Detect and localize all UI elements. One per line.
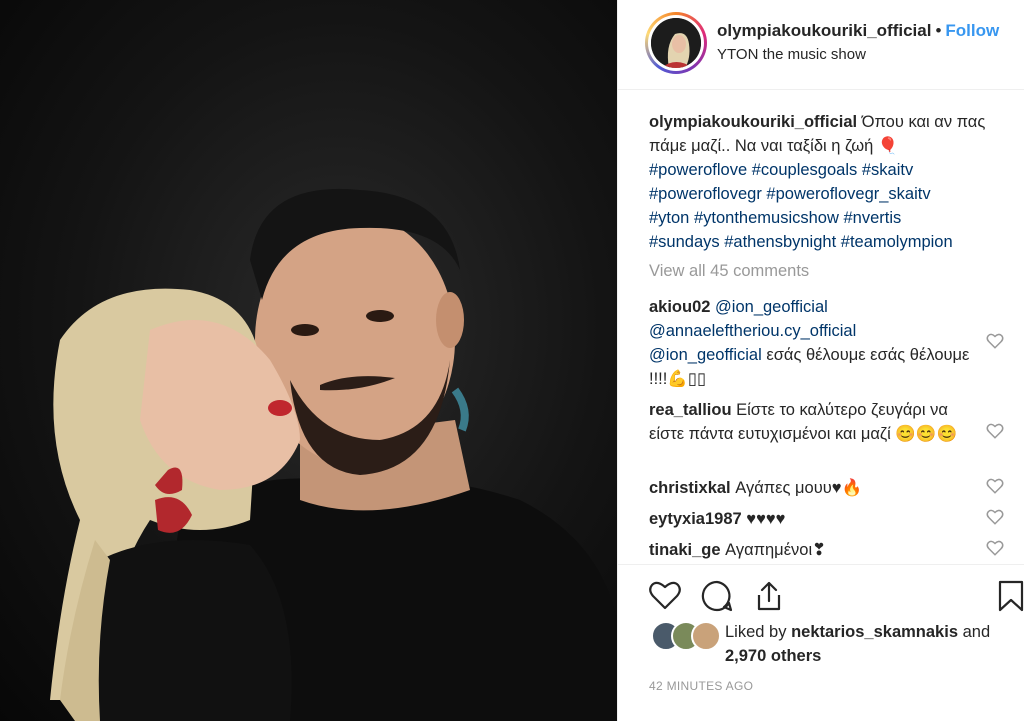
likes-summary: Liked by nektarios_skamnakis and 2,970 o… <box>725 620 1015 668</box>
header-separator: • <box>935 21 942 40</box>
mention-link[interactable]: @annaeleftheriou.cy_official <box>649 322 856 340</box>
comment-item: akiou02 @ion_geofficial @annaeleftheriou… <box>649 295 979 391</box>
bookmark-icon[interactable] <box>996 579 1024 613</box>
hashtag-link[interactable]: #athensbynight <box>724 233 836 251</box>
hashtag-link[interactable]: #poweroflovegr_skaitv <box>766 185 930 203</box>
hashtag-link[interactable]: #nvertis <box>843 209 901 227</box>
comment-item: rea_talliou Είστε το καλύτερο ζευγάρι να… <box>649 398 979 446</box>
location-link[interactable]: YTON the music show <box>717 46 866 63</box>
hashtag-link[interactable]: #ytonthemusicshow <box>694 209 839 227</box>
comment-username[interactable]: akiou02 <box>649 298 710 316</box>
caption-username[interactable]: olympiakoukouriki_official <box>649 113 857 131</box>
comment-username[interactable]: christixkal <box>649 479 731 497</box>
likes-and: and <box>962 623 991 641</box>
comment-item: eytyxia1987 ♥♥♥♥ <box>649 507 979 531</box>
likes-others-link[interactable]: 2,970 others <box>725 647 821 665</box>
comment-username[interactable]: rea_talliou <box>649 401 732 419</box>
mention-link[interactable]: @ion_geofficial <box>649 346 762 364</box>
comment-item: tinaki_ge Αγαπημένοι❣ <box>649 538 979 562</box>
hashtag-link[interactable]: #poweroflove <box>649 161 747 179</box>
comment-username[interactable]: tinaki_ge <box>649 541 721 559</box>
hashtag-link[interactable]: #poweroflovegr <box>649 185 762 203</box>
hashtag-link[interactable]: #sundays <box>649 233 720 251</box>
header-username[interactable]: olympiakoukouriki_official <box>717 21 931 40</box>
post-header: olympiakoukouriki_official • Follow YTON t… <box>618 0 1024 90</box>
liked-by-avatars[interactable] <box>651 621 721 651</box>
avatar <box>691 621 721 651</box>
likes-prefix: Liked by <box>725 623 787 641</box>
hashtag-link[interactable]: #teamolympion <box>841 233 953 251</box>
comment-like-heart-icon[interactable] <box>986 539 1004 557</box>
comment-text: Αγαπημένοι❣ <box>725 541 826 559</box>
comment-like-heart-icon[interactable] <box>986 332 1004 350</box>
comment-like-heart-icon[interactable] <box>986 477 1004 495</box>
comment-text: Αγάπες μουυ♥🔥 <box>735 479 863 497</box>
hashtag-link[interactable]: #couplesgoals <box>752 161 858 179</box>
header-user-line: olympiakoukouriki_official • Follow <box>717 21 999 41</box>
post-side-panel: olympiakoukouriki_official • Follow YTON t… <box>617 0 1024 721</box>
comment-icon[interactable] <box>700 579 734 613</box>
follow-button[interactable]: Follow <box>945 21 999 40</box>
heart-icon[interactable] <box>648 579 682 613</box>
post-photo[interactable] <box>0 0 617 721</box>
avatar[interactable] <box>645 12 707 74</box>
liked-by-username[interactable]: nektarios_skamnakis <box>791 623 958 641</box>
view-all-comments-link[interactable]: View all 45 comments <box>649 262 809 281</box>
comment-item: christixkal Αγάπες μουυ♥🔥 <box>649 476 979 500</box>
hashtag-link[interactable]: #yton <box>649 209 689 227</box>
comment-text: ♥♥♥♥ <box>746 510 786 528</box>
photo-illustration <box>50 188 617 721</box>
hashtag-link[interactable]: #skaitv <box>862 161 913 179</box>
mention-link[interactable]: @ion_geofficial <box>715 298 828 316</box>
comment-like-heart-icon[interactable] <box>986 508 1004 526</box>
comment-username[interactable]: eytyxia1987 <box>649 510 742 528</box>
post-caption: olympiakoukouriki_official Όπου και αν π… <box>649 110 999 254</box>
share-icon[interactable] <box>752 579 786 613</box>
comment-like-heart-icon[interactable] <box>986 422 1004 440</box>
post-timestamp[interactable]: 42 MINUTES AGO <box>649 679 753 693</box>
